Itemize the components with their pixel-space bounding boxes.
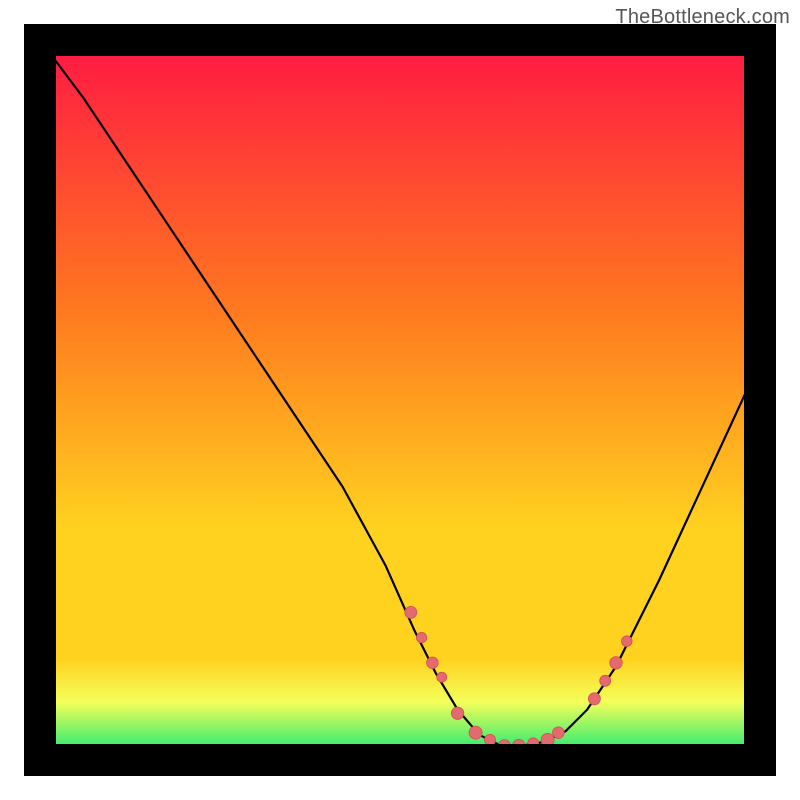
gradient-background bbox=[40, 40, 760, 760]
watermark-text: TheBottleneck.com bbox=[615, 6, 790, 29]
data-point bbox=[600, 675, 611, 686]
data-point bbox=[622, 636, 633, 647]
plot-area bbox=[40, 40, 760, 760]
chart-container: TheBottleneck.com bbox=[0, 0, 800, 800]
data-point bbox=[451, 707, 463, 719]
data-point bbox=[610, 657, 622, 669]
data-point bbox=[416, 632, 426, 642]
bottleneck-chart bbox=[0, 0, 800, 800]
data-point bbox=[588, 693, 600, 705]
data-point bbox=[553, 727, 565, 739]
data-point bbox=[437, 672, 447, 682]
data-point bbox=[427, 657, 439, 669]
data-point bbox=[405, 606, 417, 618]
data-point bbox=[469, 726, 482, 739]
data-point bbox=[485, 734, 496, 745]
